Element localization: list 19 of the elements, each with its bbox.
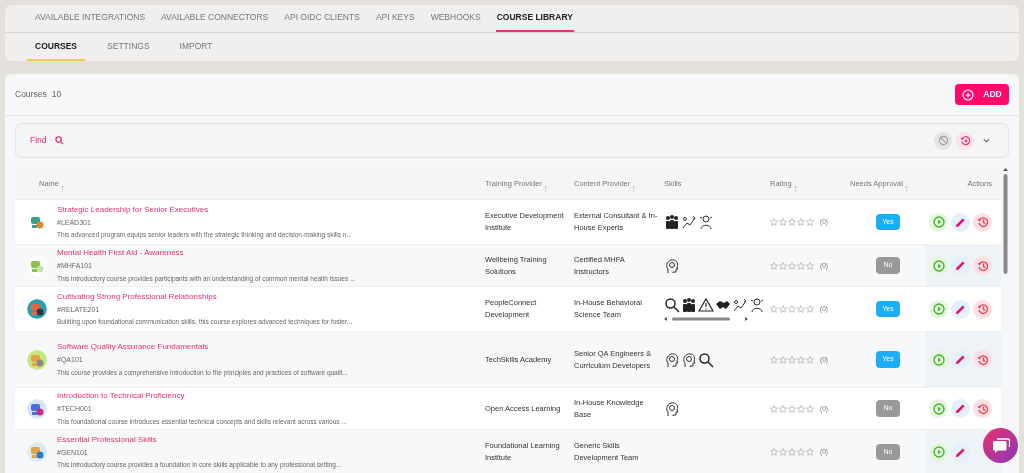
courses-label: Courses <box>15 88 47 101</box>
sub-tab[interactable]: COURSES <box>27 33 86 61</box>
course-title-link[interactable]: Essential Professional Skills <box>57 433 342 446</box>
add-button[interactable]: ADD <box>955 84 1009 105</box>
course-title-link[interactable]: Cultivating Strong Professional Relationships <box>57 290 353 303</box>
course-title-link[interactable]: Introduction to Technical Proficiency <box>57 390 347 403</box>
sub-tab[interactable]: IMPORT <box>171 33 221 61</box>
find-button[interactable]: Find <box>30 134 64 147</box>
course-title-link[interactable]: Mental Health First Aid - Awareness <box>57 247 356 260</box>
tab[interactable]: AVAILABLE INTEGRATIONS <box>34 5 147 32</box>
tab[interactable]: API OIDC CLIENTS <box>283 5 361 32</box>
tab[interactable]: AVAILABLE CONNECTORS <box>160 5 270 32</box>
tab[interactable]: COURSE LIBRARY <box>495 5 574 32</box>
tab[interactable]: API KEYS <box>374 5 416 32</box>
course-title-link[interactable]: Software Quality Assurance Fundamentals <box>57 341 348 354</box>
tab[interactable]: WEBHOOKS <box>429 5 482 32</box>
sub-tab[interactable]: SETTINGS <box>99 33 158 61</box>
courses-count: 10 <box>51 88 62 101</box>
course-title-link[interactable]: Strategic Leadership for Senior Executives <box>57 203 352 216</box>
